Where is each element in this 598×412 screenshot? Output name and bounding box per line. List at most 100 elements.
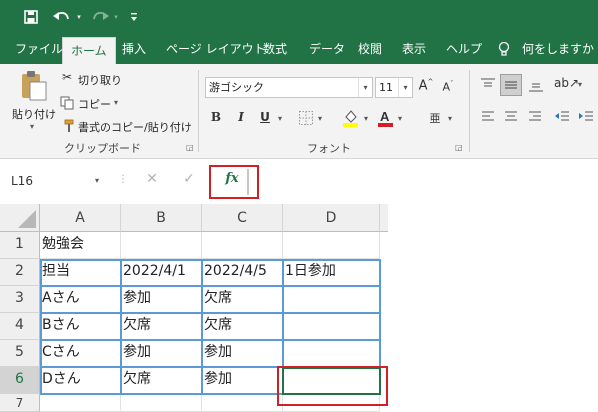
tell-me-search[interactable]: 何をしますか — [522, 34, 594, 64]
name-box[interactable]: L16 — [5, 169, 109, 193]
top-align-icon[interactable] — [478, 76, 498, 94]
decrease-font-size-icon[interactable]: Aˇ — [440, 80, 456, 94]
row-header-3[interactable]: 3 — [0, 286, 40, 313]
cell-c5[interactable]: 参加 — [202, 340, 283, 367]
cell-c3[interactable]: 欠席 — [202, 286, 283, 313]
align-left-icon[interactable] — [480, 108, 496, 124]
row-header-4[interactable]: 4 — [0, 313, 40, 340]
cell-d3[interactable] — [283, 286, 380, 313]
row-header-7[interactable]: 7 — [0, 394, 40, 412]
cell-c1[interactable] — [202, 232, 283, 259]
fill-color-icon[interactable] — [342, 108, 360, 128]
chevron-down-icon[interactable]: ▾ — [358, 78, 372, 97]
format-painter-icon[interactable] — [60, 118, 74, 132]
clipboard-launcher-icon[interactable]: ◲ — [186, 143, 194, 152]
italic-button[interactable]: I — [234, 110, 248, 124]
cell-a5[interactable]: Cさん — [40, 340, 121, 367]
cell-b5[interactable]: 参加 — [121, 340, 202, 367]
row-header-5[interactable]: 5 — [0, 340, 40, 367]
undo-icon[interactable] — [48, 6, 76, 28]
cell-a3[interactable]: Aさん — [40, 286, 121, 313]
row-header-6[interactable]: 6 — [0, 367, 40, 394]
cell-a2[interactable]: 担当 — [40, 259, 121, 286]
column-header-a[interactable]: A — [40, 204, 121, 232]
underline-button[interactable]: U — [258, 110, 272, 124]
formula-input[interactable] — [252, 169, 592, 195]
phonetic-guide-icon[interactable]: 亜 — [428, 110, 442, 126]
cut-button[interactable]: 切り取り — [78, 72, 122, 88]
name-box-dropdown-icon[interactable]: ▾ — [95, 176, 99, 185]
align-right-icon[interactable] — [527, 108, 543, 124]
fill-color-dropdown-icon[interactable]: ▾ — [364, 114, 368, 123]
font-launcher-icon[interactable]: ◲ — [455, 143, 463, 152]
cell-a6[interactable]: Dさん — [40, 367, 121, 394]
tab-home[interactable]: ホーム — [62, 37, 116, 64]
lightbulb-icon[interactable] — [498, 34, 510, 64]
cell-b2[interactable]: 2022/4/1 — [121, 259, 202, 286]
paste-icon[interactable] — [18, 68, 48, 102]
font-name-combobox[interactable]: 游ゴシック ▾ — [205, 77, 373, 98]
underline-dropdown-icon[interactable]: ▾ — [278, 114, 282, 123]
paste-button[interactable]: 貼り付け — [12, 106, 56, 122]
tab-view[interactable]: 表示 — [402, 34, 426, 64]
cell-d1[interactable] — [283, 232, 380, 259]
cut-icon[interactable]: ✂ — [60, 70, 74, 84]
copy-dropdown-icon[interactable]: ▾ — [114, 98, 118, 107]
row-header-2[interactable]: 2 — [0, 259, 40, 286]
cell-b7[interactable] — [121, 394, 202, 412]
cell-a1[interactable]: 勉強会 — [40, 232, 121, 259]
cell-b1[interactable] — [121, 232, 202, 259]
save-icon[interactable] — [20, 6, 42, 28]
cell-d5[interactable] — [283, 340, 380, 367]
phonetic-dropdown-icon[interactable]: ▾ — [448, 114, 452, 123]
select-all-corner[interactable] — [0, 204, 40, 232]
font-size-combobox[interactable]: 11 ▾ — [375, 77, 413, 98]
cell-b4[interactable]: 欠席 — [121, 313, 202, 340]
cell-c2[interactable]: 2022/4/5 — [202, 259, 283, 286]
column-header-b[interactable]: B — [121, 204, 202, 232]
column-header-d[interactable]: D — [283, 204, 380, 232]
format-painter-button[interactable]: 書式のコピー/貼り付け — [78, 119, 192, 135]
copy-icon[interactable] — [60, 95, 74, 110]
cell-c4[interactable]: 欠席 — [202, 313, 283, 340]
font-color-dropdown-icon[interactable]: ▾ — [398, 114, 402, 123]
increase-indent-icon[interactable] — [577, 108, 595, 124]
cell-c6[interactable]: 参加 — [202, 367, 283, 394]
tab-formulas[interactable]: 数式 — [263, 34, 287, 64]
table-border-row — [40, 339, 381, 341]
paste-dropdown-icon[interactable]: ▾ — [30, 122, 34, 131]
tab-help[interactable]: ヘルプ — [446, 34, 482, 64]
cell-a4[interactable]: Bさん — [40, 313, 121, 340]
cell-d4[interactable] — [283, 313, 380, 340]
orientation-icon[interactable]: ab↗ — [554, 76, 579, 90]
tab-review[interactable]: 校閲 — [358, 34, 382, 64]
align-center-icon[interactable] — [503, 108, 519, 124]
formula-bar-grip-icon[interactable]: ⋮ — [118, 171, 128, 189]
undo-dropdown-icon[interactable]: ▾ — [74, 6, 84, 28]
row-header-1[interactable]: 1 — [0, 232, 40, 259]
table-border-top — [40, 259, 381, 261]
tab-insert[interactable]: 挿入 — [122, 34, 146, 64]
tab-page-layout[interactable]: ページ レイアウト — [166, 34, 266, 64]
customize-quick-access-icon[interactable] — [127, 6, 141, 28]
bottom-align-icon[interactable] — [526, 76, 546, 94]
decrease-indent-icon[interactable] — [553, 108, 571, 124]
borders-dropdown-icon[interactable]: ▾ — [318, 114, 322, 123]
increase-font-size-icon[interactable]: A^ — [418, 78, 434, 93]
chevron-down-icon[interactable]: ▾ — [398, 78, 412, 97]
cell-a7[interactable] — [40, 394, 121, 412]
redo-icon — [88, 6, 112, 28]
cell-d2[interactable]: 1日参加 — [283, 259, 380, 286]
column-header-c[interactable]: C — [202, 204, 283, 232]
cell-c7[interactable] — [202, 394, 283, 412]
font-color-icon[interactable]: A — [377, 108, 395, 128]
cell-b3[interactable]: 参加 — [121, 286, 202, 313]
cell-b6[interactable]: 欠席 — [121, 367, 202, 394]
copy-button[interactable]: コピー — [78, 96, 111, 112]
tab-data[interactable]: データ — [309, 34, 345, 64]
bold-button[interactable]: B — [209, 110, 223, 124]
tab-file[interactable]: ファイル — [15, 34, 63, 64]
orientation-dropdown-icon[interactable]: ▾ — [578, 80, 582, 89]
borders-icon[interactable] — [298, 110, 314, 126]
middle-align-icon[interactable] — [500, 74, 522, 96]
